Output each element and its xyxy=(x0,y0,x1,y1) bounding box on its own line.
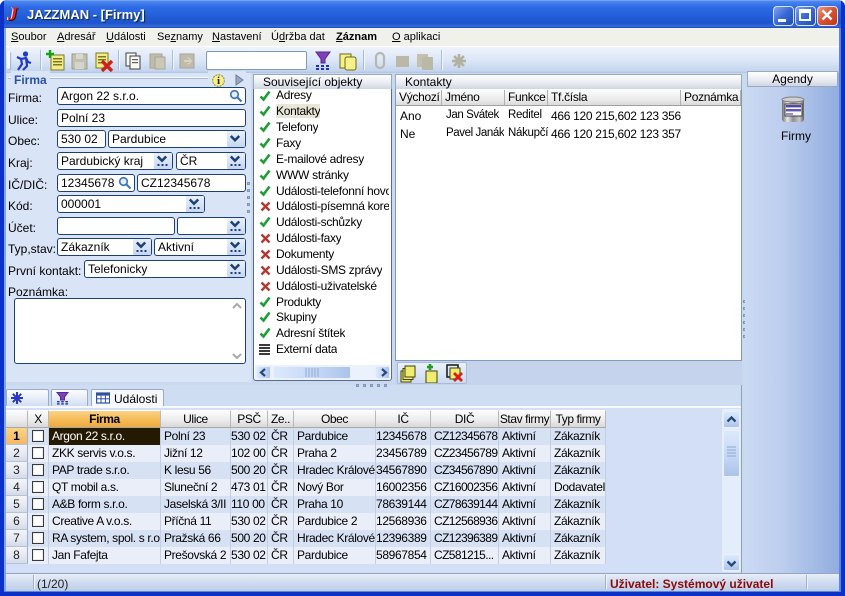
svg-text:i: i xyxy=(217,75,220,87)
